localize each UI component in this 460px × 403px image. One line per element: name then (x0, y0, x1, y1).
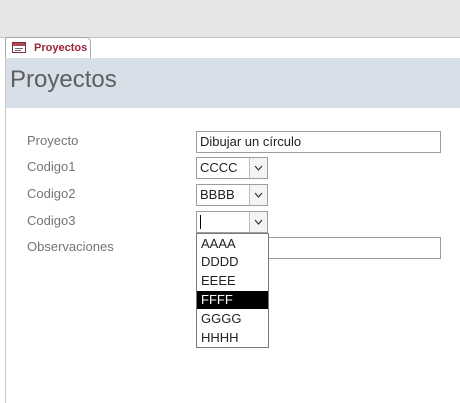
codigo3-label: Codigo3 (27, 213, 76, 228)
proyecto-field[interactable]: Dibujar un círculo (196, 131, 441, 153)
dropdown-option[interactable]: GGGG (197, 310, 268, 328)
proyecto-label: Proyecto (27, 133, 79, 148)
form-icon (12, 42, 26, 53)
dropdown-option[interactable]: EEEE (197, 272, 268, 290)
dropdown-option[interactable]: HHHH (197, 329, 268, 347)
document-tab-proyectos[interactable]: Proyectos (5, 37, 91, 59)
chevron-down-icon[interactable] (249, 212, 267, 232)
codigo2-value: BBBB (200, 187, 235, 202)
form-title: Proyectos (10, 66, 117, 93)
codigo3-combobox[interactable] (196, 211, 268, 233)
ribbon-strip (0, 0, 460, 38)
document-tab-label: Proyectos (34, 42, 88, 54)
codigo3-dropdown-list: AAAA DDDD EEEE FFFF GGGG HHHH (196, 233, 269, 348)
dropdown-option[interactable]: DDDD (197, 253, 268, 271)
text-caret (200, 215, 201, 229)
chevron-down-icon[interactable] (249, 158, 267, 178)
observaciones-label: Observaciones (27, 239, 114, 254)
codigo1-combobox[interactable]: CCCC (196, 157, 268, 179)
form-header: Proyectos (6, 58, 460, 108)
dropdown-option-selected[interactable]: FFFF (197, 291, 268, 309)
chevron-down-icon[interactable] (249, 185, 267, 205)
dropdown-option[interactable]: AAAA (197, 235, 268, 253)
codigo1-value: CCCC (200, 160, 238, 175)
codigo2-combobox[interactable]: BBBB (196, 184, 268, 206)
codigo1-label: Codigo1 (27, 159, 76, 174)
codigo2-label: Codigo2 (27, 186, 76, 201)
